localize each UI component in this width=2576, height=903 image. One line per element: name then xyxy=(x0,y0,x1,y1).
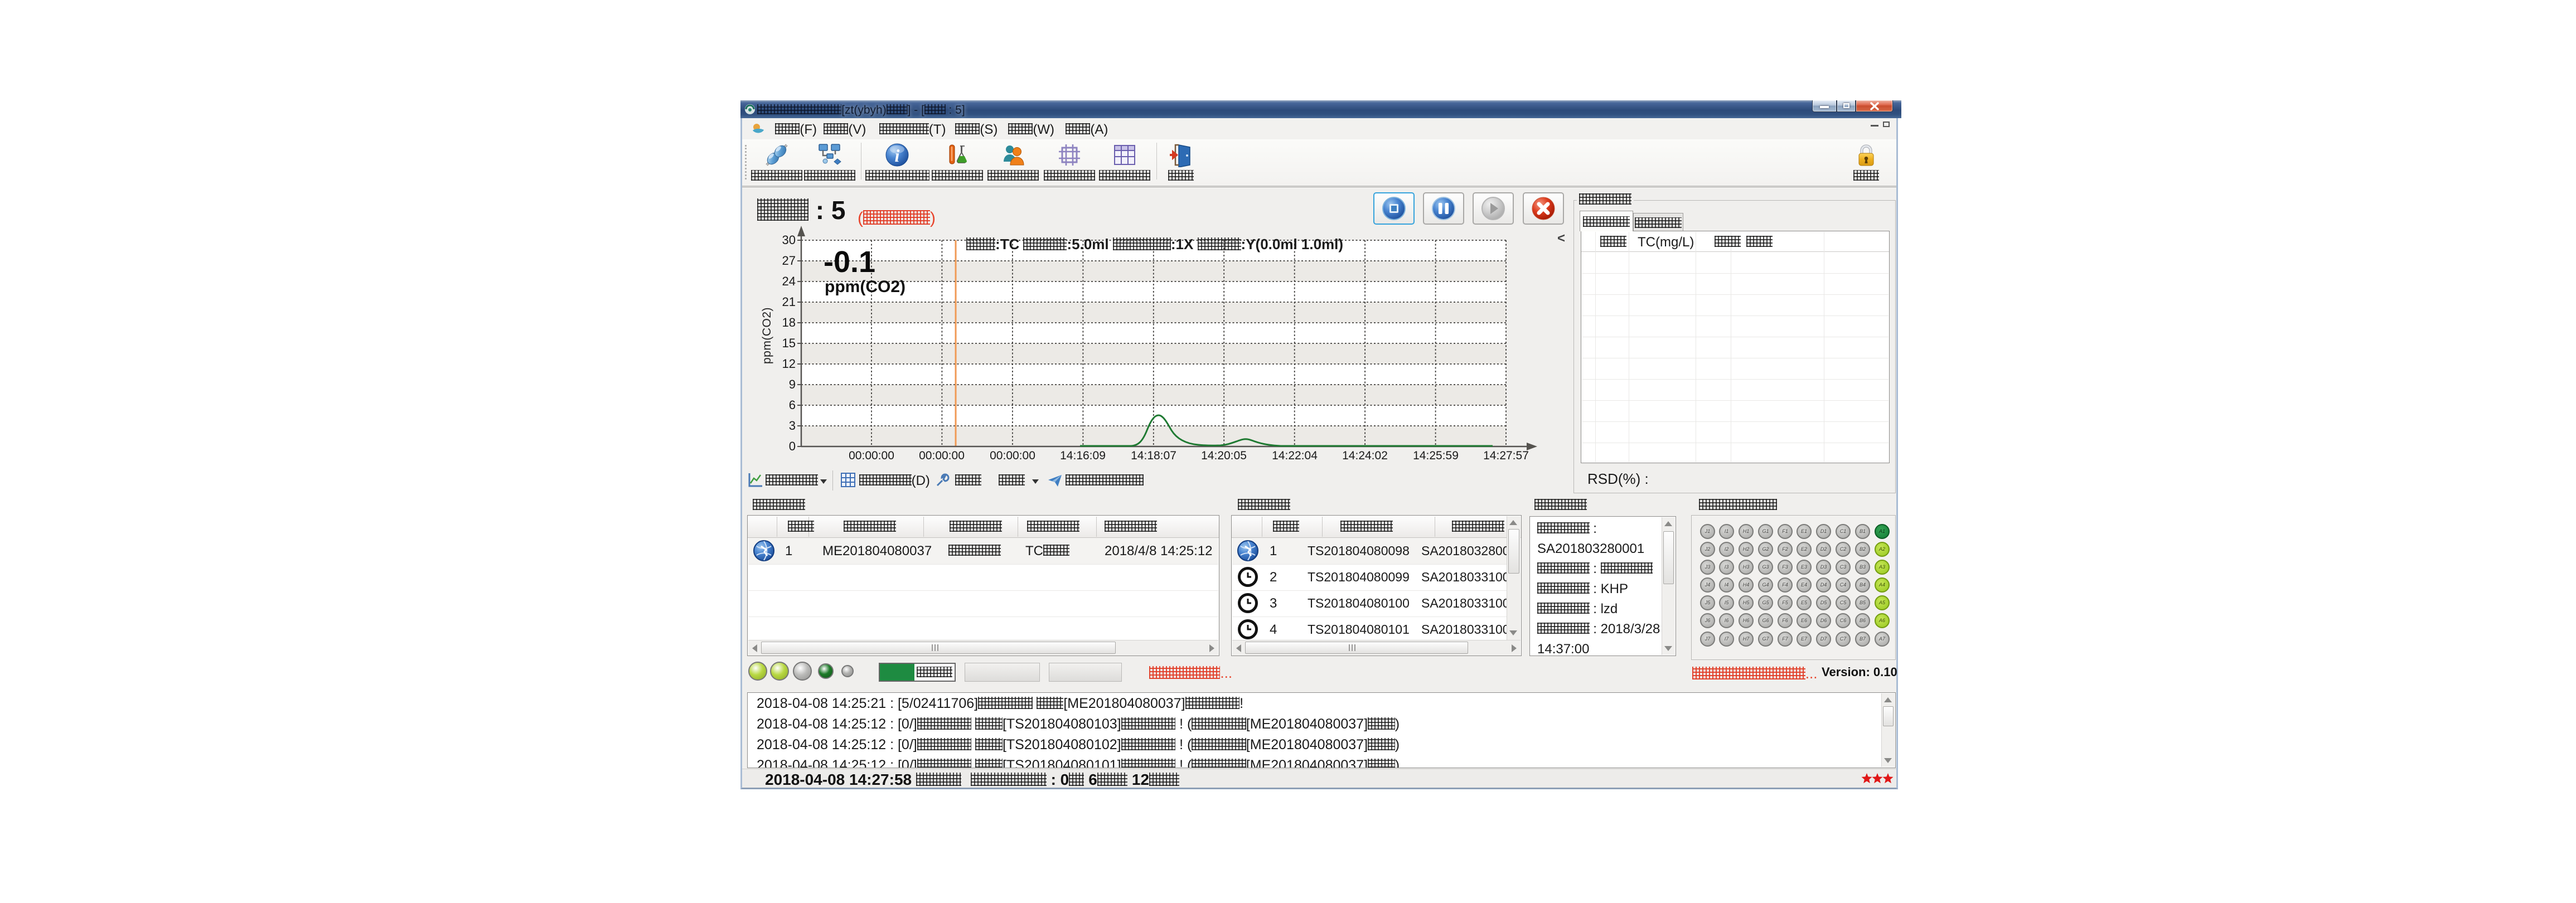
svg-text:i: i xyxy=(895,145,900,166)
